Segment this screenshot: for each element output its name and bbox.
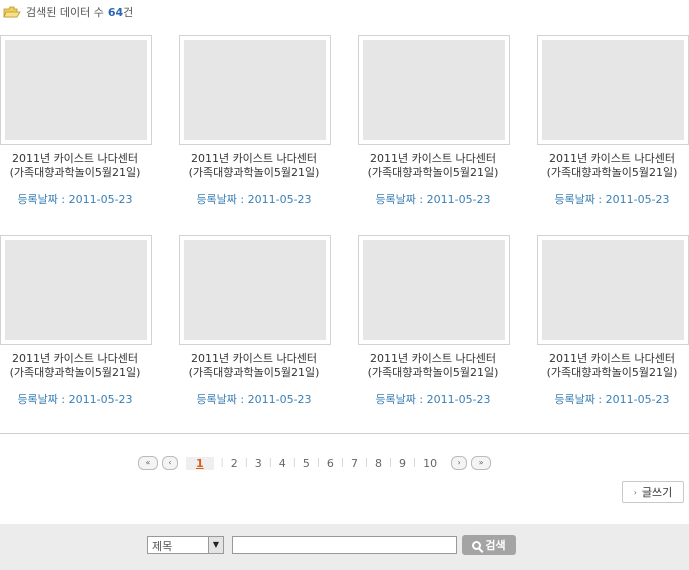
- thumbnail[interactable]: [179, 235, 331, 345]
- thumbnail[interactable]: [537, 35, 689, 145]
- result-count-unit: 건: [123, 6, 134, 19]
- write-button-label: 글쓰기: [641, 486, 673, 499]
- item-title[interactable]: 2011년 카이스트 나다센터 (가족대향과학놀이5월21일): [0, 152, 158, 180]
- thumbnail[interactable]: [358, 235, 510, 345]
- page-link-4[interactable]: 4: [279, 457, 286, 470]
- arrow-right-icon: ›: [633, 487, 637, 497]
- first-page-button[interactable]: «: [138, 456, 158, 470]
- thumbnail[interactable]: [179, 35, 331, 145]
- page-link-5[interactable]: 5: [303, 457, 310, 470]
- page-link-8[interactable]: 8: [375, 457, 382, 470]
- page-link-6[interactable]: 6: [327, 457, 334, 470]
- page-separator: |: [220, 458, 224, 468]
- page-link-2[interactable]: 2: [231, 457, 238, 470]
- result-count-value: 64: [107, 5, 124, 19]
- write-button[interactable]: › 글쓰기: [622, 481, 684, 503]
- item-date: 등록날짜 : 2011-05-23: [554, 193, 670, 206]
- item-date: 등록날짜 : 2011-05-23: [554, 393, 670, 406]
- page-link-7[interactable]: 7: [351, 457, 358, 470]
- item-date: 등록날짜 : 2011-05-23: [17, 193, 133, 206]
- page-separator: |: [244, 458, 248, 468]
- item-date: 등록날짜 : 2011-05-23: [17, 393, 133, 406]
- last-page-button[interactable]: »: [471, 456, 492, 470]
- page-separator: |: [340, 458, 344, 468]
- thumbnail[interactable]: [0, 35, 152, 145]
- page-separator: |: [413, 458, 417, 468]
- search-icon: [472, 540, 482, 550]
- prev-page-button[interactable]: ‹: [162, 456, 178, 470]
- item-date: 등록날짜 : 2011-05-23: [375, 193, 491, 206]
- result-count-label: 검색된 데이터 수: [26, 6, 104, 19]
- page-link-10[interactable]: 10: [423, 457, 437, 470]
- item-title[interactable]: 2011년 카이스트 나다센터 (가족대향과학놀이5월21일): [0, 352, 158, 380]
- item-title[interactable]: 2011년 카이스트 나다센터 (가족대향과학놀이5월21일): [350, 352, 516, 380]
- item-title[interactable]: 2011년 카이스트 나다센터 (가족대향과학놀이5월21일): [529, 352, 689, 380]
- page-link-1[interactable]: 1: [186, 456, 214, 470]
- folder-icon: [3, 6, 21, 18]
- item-date: 등록날짜 : 2011-05-23: [196, 393, 312, 406]
- thumbnail[interactable]: [0, 235, 152, 345]
- search-input[interactable]: [232, 536, 457, 554]
- item-date: 등록날짜 : 2011-05-23: [375, 393, 491, 406]
- chevron-down-icon[interactable]: ▼: [208, 537, 223, 553]
- page-separator: |: [268, 458, 272, 468]
- thumbnail[interactable]: [358, 35, 510, 145]
- page-separator: |: [364, 458, 368, 468]
- search-button[interactable]: 검색: [462, 535, 516, 555]
- item-date: 등록날짜 : 2011-05-23: [196, 193, 312, 206]
- pagination: « ‹ 1 | 2 | 3 | 4 | 5 | 6 | 7 | 8 | 9 | …: [138, 456, 492, 470]
- result-count-header: 검색된 데이터 수 64 건: [3, 4, 133, 20]
- divider: [0, 433, 689, 434]
- item-title[interactable]: 2011년 카이스트 나다센터 (가족대향과학놀이5월21일): [171, 152, 337, 180]
- page-link-9[interactable]: 9: [399, 457, 406, 470]
- search-field-value: 제목: [152, 540, 173, 553]
- page-separator: |: [292, 458, 296, 468]
- page-separator: |: [388, 458, 393, 468]
- search-field-select[interactable]: 제목 ▼: [147, 536, 224, 554]
- page-link-3[interactable]: 3: [255, 457, 262, 470]
- search-button-label: 검색: [485, 539, 506, 552]
- item-title[interactable]: 2011년 카이스트 나다센터 (가족대향과학놀이5월21일): [171, 352, 337, 380]
- thumbnail[interactable]: [537, 235, 689, 345]
- page-separator: |: [316, 458, 320, 468]
- search-bar: 제목 ▼ 검색: [0, 524, 689, 570]
- item-title[interactable]: 2011년 카이스트 나다센터 (가족대향과학놀이5월21일): [350, 152, 516, 180]
- item-title[interactable]: 2011년 카이스트 나다센터 (가족대향과학놀이5월21일): [529, 152, 689, 180]
- next-page-button[interactable]: ›: [451, 456, 468, 470]
